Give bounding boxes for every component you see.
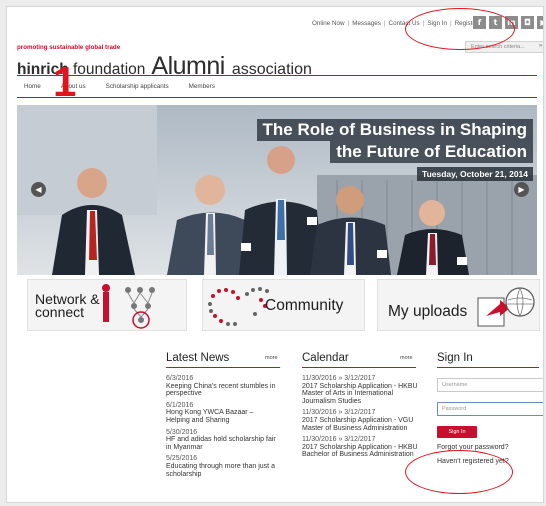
latest-news-title: Latest News: [166, 352, 230, 364]
upload-globe-icon: [477, 287, 535, 327]
hero-date: Tuesday, October 21, 2014: [417, 167, 533, 181]
linkedin-icon[interactable]: in: [505, 16, 518, 29]
divider: [302, 367, 416, 368]
hero-banner[interactable]: The Role of Business in Shaping the Futu…: [17, 105, 537, 275]
news-date: 5/25/2016: [166, 455, 198, 463]
event-date: 11/30/2016 » 3/12/2017: [302, 375, 376, 382]
event-date: 11/30/2016 » 3/12/2017: [302, 436, 376, 444]
news-more-link[interactable]: more: [265, 355, 278, 361]
list-item[interactable]: 6/1/2016 Hong Kong YWCA Bazaar – Helping …: [166, 402, 278, 425]
divider: [17, 97, 537, 98]
my-uploads-tile[interactable]: My uploads: [377, 279, 540, 331]
calendar-list: 11/30/2016 » 3/12/2017 2017 Scholarship A…: [302, 371, 420, 459]
sign-in-button[interactable]: Sign In: [437, 426, 477, 438]
community-label: Community: [265, 297, 344, 314]
event-title[interactable]: 2017 Scholarship Application - HKBU Bach…: [302, 444, 420, 459]
nav-scholarship-applicants[interactable]: Scholarship applicants: [106, 83, 169, 90]
divider: [17, 75, 537, 76]
carousel-prev-icon[interactable]: ◀: [31, 182, 46, 197]
forgot-password-link[interactable]: Forgot your password?: [437, 444, 509, 451]
news-title[interactable]: HF and adidas hold scholarship fair in M…: [166, 436, 278, 451]
sign-in-link[interactable]: Sign In: [427, 20, 447, 27]
nav-members[interactable]: Members: [189, 83, 215, 90]
event-date: 11/30/2016 » 3/12/2017: [302, 409, 376, 417]
list-item[interactable]: 11/30/2016 » 3/12/2017 2017 Scholarship A…: [302, 436, 420, 459]
event-title[interactable]: 2017 Scholarship Application - VGU Maste…: [302, 417, 420, 432]
flickr-icon[interactable]: ◘: [521, 16, 534, 29]
news-date: 5/30/2016: [166, 428, 198, 436]
username-field[interactable]: Username: [437, 378, 543, 392]
list-item[interactable]: 11/30/2016 » 3/12/2017 2017 Scholarship A…: [302, 409, 420, 432]
news-date: 6/3/2016: [166, 375, 194, 382]
annotation-ellipse: [405, 450, 513, 494]
list-item[interactable]: 11/30/2016 » 3/12/2017 2017 Scholarship A…: [302, 375, 420, 405]
facebook-icon[interactable]: f: [473, 16, 486, 29]
calendar-more-link[interactable]: more: [400, 355, 413, 361]
hero-title-line-2: the Future of Education: [330, 141, 533, 163]
news-title[interactable]: Hong Kong YWCA Bazaar – Helping and Shar…: [166, 409, 278, 424]
password-field[interactable]: Password: [437, 402, 543, 416]
messages-link[interactable]: Messages: [352, 20, 381, 27]
list-item[interactable]: 5/30/2016 HF and adidas hold scholarship …: [166, 429, 278, 452]
hero-title-line-1: The Role of Business in Shaping: [256, 119, 533, 141]
chevron-down-icon[interactable]: »: [539, 43, 542, 49]
register-prompt-link[interactable]: Haven't registered yet?: [437, 458, 509, 465]
annotation-number: 1: [53, 58, 77, 105]
twitter-icon[interactable]: t: [489, 16, 502, 29]
list-item[interactable]: 6/3/2016 Keeping China's recent stumbles …: [166, 375, 278, 398]
news-title[interactable]: Keeping China's recent stumbles in persp…: [166, 383, 278, 398]
top-utility-nav: Online Now | Messages | Contact Us | Sign In | R…: [312, 20, 479, 27]
social-icons: f t in ◘ ▶: [473, 16, 543, 29]
search-input[interactable]: Enter search criteria...: [465, 41, 543, 53]
carousel-next-icon[interactable]: ▶: [514, 182, 529, 197]
page: Online Now | Messages | Contact Us | Sign In | R…: [6, 6, 544, 503]
news-list: 6/3/2016 Keeping China's recent stumbles …: [166, 371, 278, 478]
tagline: promoting sustainable global trade: [17, 44, 121, 51]
divider: [166, 367, 280, 368]
youtube-icon[interactable]: ▶: [537, 16, 543, 29]
online-now-link[interactable]: Online Now: [312, 20, 345, 27]
sign-in-title: Sign In: [437, 352, 473, 364]
calendar-title: Calendar: [302, 352, 349, 364]
nav-home[interactable]: Home: [24, 83, 41, 90]
contact-us-link[interactable]: Contact Us: [389, 20, 420, 27]
news-date: 6/1/2016: [166, 401, 194, 409]
news-title[interactable]: Educating through more than just a schol…: [166, 463, 278, 478]
community-tile[interactable]: Community: [202, 279, 365, 331]
network-icon: [102, 284, 155, 329]
network-connect-tile[interactable]: Network & connect: [27, 279, 187, 331]
event-title[interactable]: 2017 Scholarship Application - HKBU Mast…: [302, 383, 420, 406]
divider: [437, 367, 539, 368]
list-item[interactable]: 5/25/2016 Educating through more than jus…: [166, 455, 278, 478]
